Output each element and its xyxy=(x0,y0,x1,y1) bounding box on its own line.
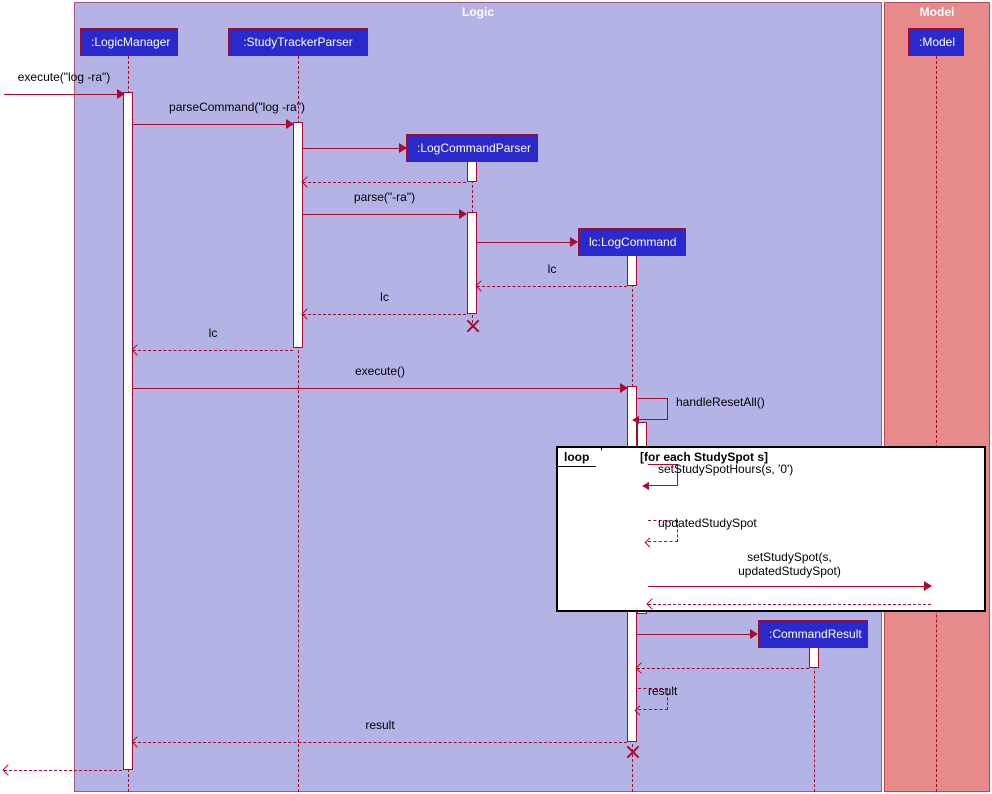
msg-lc-3-label: lc xyxy=(209,326,218,340)
msg-lc-return-1: lc xyxy=(477,278,627,294)
msg-lc-return-3: lc xyxy=(133,342,293,358)
msg-create-command-result xyxy=(637,626,757,642)
frame-model: Model xyxy=(884,2,990,792)
activation-log-command-parser-2 xyxy=(467,212,477,314)
msg-result-2-label: result xyxy=(365,718,394,732)
frame-logic-title: Logic xyxy=(454,3,502,21)
msg-result-1-label: result xyxy=(648,684,677,698)
msg-handle-reset-all-label: handleResetAll() xyxy=(676,395,765,409)
sequence-diagram: Logic Model :LogicManager :StudyTrackerP… xyxy=(0,0,992,794)
msg-result-2: result xyxy=(133,734,627,750)
msg-lc-1-label: lc xyxy=(548,262,557,276)
msg-execute: execute() xyxy=(133,380,627,396)
participant-log-command: lc:LogCommand xyxy=(578,228,686,256)
msg-execute-in-label: execute("log -ra") xyxy=(18,70,111,84)
participant-logic-manager: :LogicManager xyxy=(80,28,178,56)
msg-parse-label: parse("-ra") xyxy=(354,190,415,204)
msg-set-study-spot-hours: setStudySpotHours(s, '0') xyxy=(648,464,678,486)
msg-set-study-spot-return xyxy=(648,596,931,612)
participant-study-tracker-parser: :StudyTrackerParser xyxy=(228,28,368,56)
msg-set-hours-label: setStudySpotHours(s, '0') xyxy=(658,462,793,476)
msg-result-1: result xyxy=(638,688,668,710)
loop-label: loop xyxy=(558,448,602,467)
msg-parse: parse("-ra") xyxy=(303,206,466,222)
msg-execute-in: execute("log -ra") xyxy=(4,86,124,102)
msg-lc-2-label: lc xyxy=(380,290,389,304)
destroy-log-command-parser xyxy=(464,318,480,334)
msg-execute-label: execute() xyxy=(355,364,405,378)
msg-parse-command: parseCommand("log -ra") xyxy=(133,116,293,132)
msg-create-log-command-parser xyxy=(303,140,406,156)
activation-log-command-parser-1 xyxy=(467,160,477,182)
msg-lc-return-2: lc xyxy=(303,306,466,322)
participant-log-command-parser: :LogCommandParser xyxy=(406,134,538,162)
participant-command-result: :CommandResult xyxy=(758,620,868,648)
msg-updated-label: updatedStudySpot xyxy=(658,516,757,530)
msg-create-log-command xyxy=(477,234,577,250)
msg-set-study-spot: setStudySpot(s, updatedStudySpot) xyxy=(648,578,931,594)
activation-logic-manager xyxy=(123,92,133,770)
msg-final-return xyxy=(4,762,122,778)
participant-model: :Model xyxy=(908,28,964,56)
msg-parse-command-label: parseCommand("log -ra") xyxy=(169,100,305,114)
frame-model-title: Model xyxy=(912,3,963,21)
lifeline-model xyxy=(936,56,937,792)
destroy-log-command xyxy=(624,744,640,760)
msg-set-study-spot-label: setStudySpot(s, updatedStudySpot) xyxy=(720,550,860,578)
msg-updated-study-spot: updatedStudySpot xyxy=(648,520,678,542)
msg-command-result-return xyxy=(637,660,809,676)
msg-return-parser xyxy=(303,174,466,190)
msg-handle-reset-all: handleResetAll() xyxy=(638,398,668,420)
activation-log-command-1 xyxy=(627,254,637,286)
activation-command-result xyxy=(809,646,819,668)
